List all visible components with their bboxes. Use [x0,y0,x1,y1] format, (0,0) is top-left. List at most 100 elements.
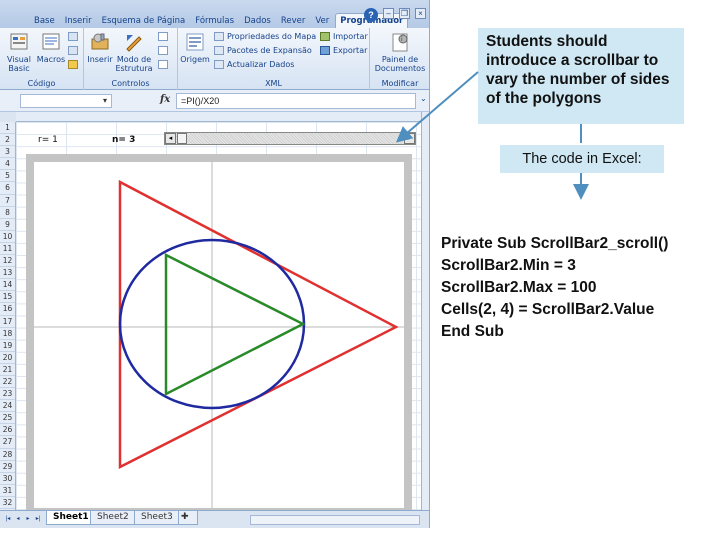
worksheet-grid[interactable]: r= 1 n= 3 ◂ ▸ [16,122,421,516]
macro-security-icon[interactable] [68,60,78,69]
close-icon[interactable]: × [415,8,426,19]
first-sheet-icon[interactable]: |◂ [4,515,12,524]
visual-basic-button[interactable]: Visual Basic [2,31,36,73]
row-number[interactable]: 16 [0,303,15,316]
sides-scrollbar[interactable]: ◂ ▸ [164,132,416,145]
row-number[interactable]: 19 [0,340,15,352]
r-value-cell[interactable]: r= 1 [38,135,58,145]
prev-sheet-icon[interactable]: ◂ [14,515,22,524]
sheet-tab-3[interactable]: Sheet3 [134,511,180,525]
new-sheet-icon[interactable]: ✚ [178,511,198,525]
properties-icon[interactable] [158,32,168,41]
tab-data[interactable]: Dados [240,14,275,28]
row-number[interactable]: 30 [0,473,15,485]
view-code-icon[interactable] [158,46,168,55]
macros-button[interactable]: Macros [36,31,66,64]
design-mode-button[interactable]: Modo de Estrutura [114,31,154,73]
row-number[interactable]: 17 [0,316,15,328]
scroll-right-icon[interactable]: ▸ [404,133,415,144]
fx-icon[interactable]: fx [160,94,170,105]
row-number[interactable]: 21 [0,364,15,376]
design-mode-icon [126,35,142,52]
row-number[interactable]: 3 [0,146,15,159]
vertical-scrollbar[interactable] [421,112,429,510]
expansion-packs-button[interactable]: Pacotes de Expansão [214,46,312,55]
ribbon-tabs: Base Inserir Esquema de Página Fórmulas … [0,0,429,28]
row-number[interactable]: 32 [0,497,15,509]
vba-code-block: Private Sub ScrollBar2_scroll() ScrollBa… [441,233,716,343]
row-number[interactable]: 6 [0,182,15,195]
row-number[interactable]: 2 [0,134,15,147]
help-icon[interactable]: ? [364,8,378,22]
modify-group: i Painel de Documentos Modificar [370,28,429,90]
code-group-label: Código [27,79,56,88]
minimize-icon[interactable]: – [383,8,394,19]
relative-refs-icon[interactable] [68,46,78,55]
row-number[interactable]: 27 [0,436,15,449]
row-number[interactable]: 18 [0,328,15,340]
scrollbar-note: Students should introduce a scrollbar to… [478,28,684,124]
export-button[interactable]: Exportar [320,46,367,55]
source-button[interactable]: Origem [180,31,210,64]
refresh-data-button[interactable]: Actualizar Dados [214,60,294,69]
row-number[interactable]: 20 [0,352,15,364]
row-number[interactable]: 24 [0,400,15,413]
row-number[interactable]: 25 [0,412,15,425]
formula-bar: ▾ fx =PI()/X20 ⌄ [0,90,429,112]
next-sheet-icon[interactable]: ▸ [24,515,32,524]
tab-review[interactable]: Rever [277,14,310,28]
tab-page-layout[interactable]: Esquema de Página [98,14,190,28]
row-number[interactable]: 26 [0,424,15,437]
row-number[interactable]: 12 [0,255,15,268]
macros-icon [42,33,60,50]
import-button[interactable]: Importar [320,32,368,41]
row-number[interactable]: 7 [0,195,15,207]
row-number[interactable]: 5 [0,170,15,183]
n-value-cell[interactable]: n= 3 [112,135,135,145]
row-number[interactable]: 31 [0,485,15,497]
row-number[interactable]: 1 [0,122,15,135]
row-number[interactable]: 9 [0,219,15,231]
formula-input[interactable]: =PI()/X20 [176,93,416,109]
row-number[interactable]: 11 [0,243,15,256]
name-box[interactable]: ▾ [20,94,112,108]
map-properties-button[interactable]: Propriedades do Mapa [214,32,316,41]
last-sheet-icon[interactable]: ▸| [34,515,42,524]
sheet-tab-1[interactable]: Sheet1 [46,511,96,525]
document-panel-button[interactable]: i Painel de Documentos [374,31,426,73]
record-macro-icon[interactable] [68,32,78,41]
tab-formulas[interactable]: Fórmulas [191,14,238,28]
polygon-chart-svg [26,154,412,516]
row-number[interactable]: 22 [0,376,15,389]
restore-icon[interactable]: ❐ [399,8,410,19]
sheet-tab-2[interactable]: Sheet2 [90,511,136,525]
excel-window: Base Inserir Esquema de Página Fórmulas … [0,0,430,528]
row-number[interactable]: 23 [0,388,15,401]
polygon-chart [26,154,412,516]
row-number[interactable]: 13 [0,267,15,280]
row-number[interactable]: 15 [0,291,15,304]
tab-view[interactable]: Ver [311,14,333,28]
row-number[interactable]: 4 [0,158,15,171]
scroll-left-icon[interactable]: ◂ [165,133,176,144]
insert-control-button[interactable]: Inserir [86,31,114,64]
ribbon-panel: Visual Basic Macros Código Inserir Modo … [0,28,429,90]
row-number[interactable]: 10 [0,231,15,243]
expand-formula-icon[interactable]: ⌄ [420,94,427,103]
row-number[interactable]: 8 [0,207,15,219]
row-headers: 1 2 3 4 5 6 7 8 9 10 11 12 13 14 15 16 17 18 19 20 21 22 23 24 2… [0,122,16,528]
row-number[interactable]: 29 [0,461,15,473]
controls-group-label: Controlos [111,79,150,88]
row-number[interactable]: 28 [0,449,15,461]
scroll-thumb[interactable] [177,133,187,144]
toolbox-icon [91,33,109,50]
column-headers [16,112,421,122]
horizontal-scrollbar[interactable] [250,515,420,525]
run-dialog-icon[interactable] [158,60,168,69]
tab-base[interactable]: Base [30,14,59,28]
sheet-tab-bar: |◂ ◂ ▸ ▸| Sheet1 Sheet2 Sheet3 ✚ [0,510,429,528]
sheet-nav-buttons: |◂ ◂ ▸ ▸| [4,515,42,524]
code-heading: The code in Excel: [500,145,664,173]
row-number[interactable]: 14 [0,279,15,292]
tab-insert[interactable]: Inserir [61,14,96,28]
